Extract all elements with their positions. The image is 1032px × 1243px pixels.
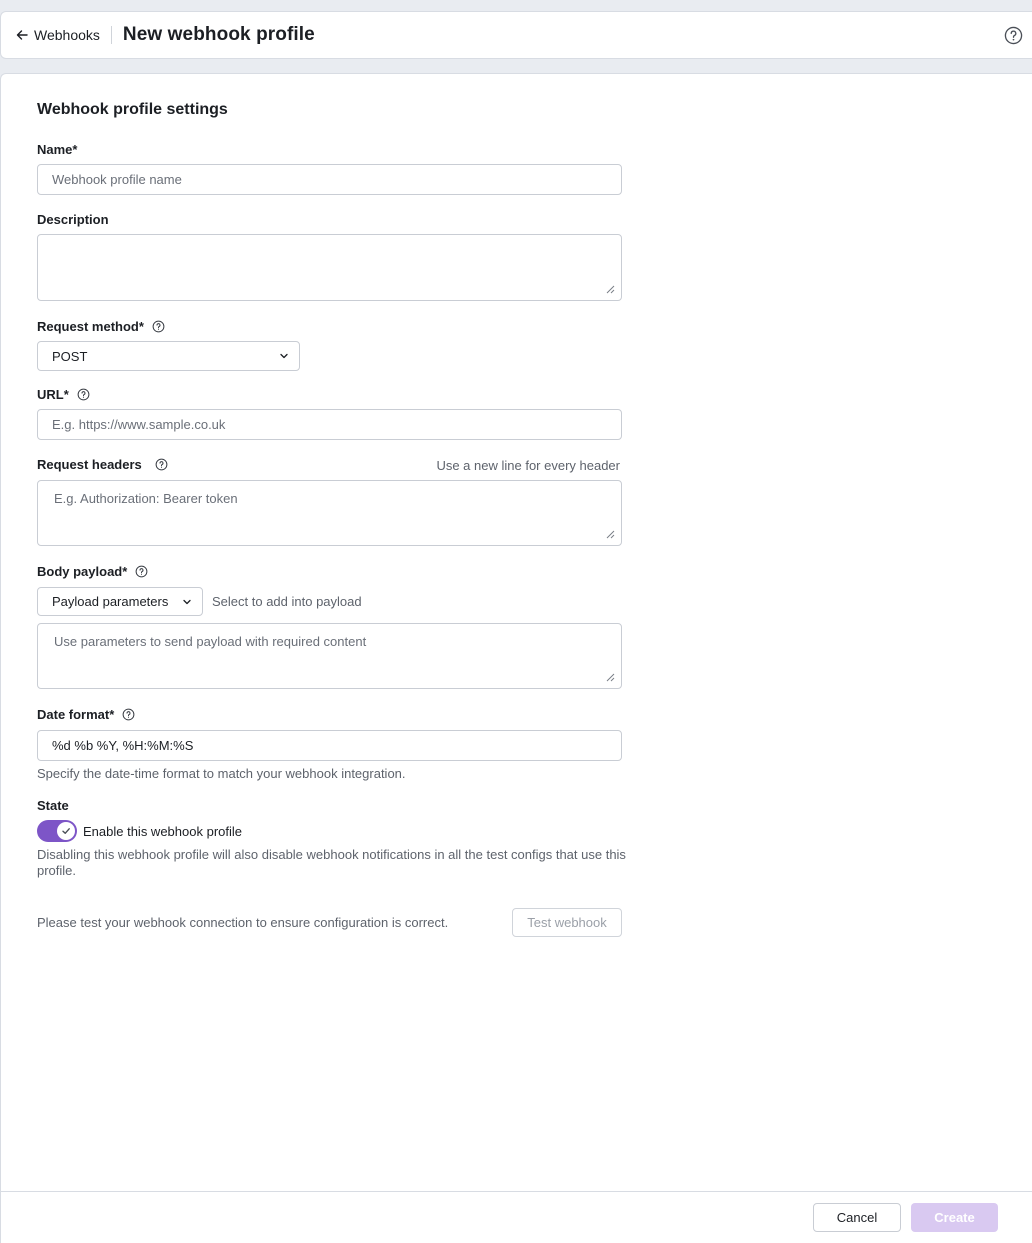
cancel-button[interactable]: Cancel — [813, 1203, 901, 1232]
create-button[interactable]: Create — [911, 1203, 998, 1232]
payload-select-hint: Select to add into payload — [212, 594, 362, 609]
description-label-text: Description — [37, 212, 109, 227]
url-label-text: URL* — [37, 387, 69, 402]
date-format-value: %d %b %Y, %H:%M:%S — [52, 738, 194, 753]
resize-handle-icon[interactable] — [606, 285, 615, 294]
arrow-left-icon — [16, 30, 28, 40]
payload-parameters-select[interactable]: Payload parameters — [37, 587, 203, 616]
request-headers-label: Request headers — [37, 457, 168, 472]
enable-webhook-toggle[interactable] — [37, 820, 77, 842]
url-input-placeholder: E.g. https://www.sample.co.uk — [52, 417, 226, 432]
request-headers-label-text: Request headers — [37, 457, 142, 472]
page-title: New webhook profile — [122, 24, 315, 45]
request-headers-placeholder: E.g. Authorization: Bearer token — [54, 491, 238, 506]
footer-divider — [1, 1191, 1032, 1192]
payload-parameters-label: Payload parameters — [52, 594, 169, 609]
resize-handle-icon[interactable] — [606, 673, 615, 682]
help-circle-icon[interactable] — [122, 708, 135, 721]
name-input[interactable]: Webhook profile name — [37, 164, 622, 195]
header-divider — [110, 26, 112, 44]
url-label: URL* — [37, 387, 90, 402]
request-headers-hint: Use a new line for every header — [436, 458, 620, 473]
description-label: Description — [37, 212, 109, 227]
state-label-text: State — [37, 798, 69, 813]
help-circle-icon[interactable] — [77, 388, 90, 401]
description-textarea[interactable] — [37, 234, 622, 301]
back-link-label: Webhooks — [34, 27, 100, 43]
body-payload-label: Body payload* — [37, 564, 148, 579]
state-warning-text: Disabling this webhook profile will also… — [37, 847, 626, 878]
name-label: Name* — [37, 142, 77, 157]
test-webhook-button[interactable]: Test webhook — [512, 908, 622, 937]
chevron-down-icon — [183, 599, 191, 604]
url-input[interactable]: E.g. https://www.sample.co.uk — [37, 409, 622, 440]
page-header: Webhooks New webhook profile — [0, 11, 1032, 59]
request-method-label-text: Request method* — [37, 319, 144, 334]
body-payload-textarea[interactable]: Use parameters to send payload with requ… — [37, 623, 622, 689]
request-headers-textarea[interactable]: E.g. Authorization: Bearer token — [37, 480, 622, 546]
help-circle-icon[interactable] — [152, 320, 165, 333]
help-circle-icon[interactable] — [135, 565, 148, 578]
help-circle-icon[interactable] — [155, 458, 168, 471]
resize-handle-icon[interactable] — [606, 530, 615, 539]
name-input-placeholder: Webhook profile name — [52, 172, 182, 187]
help-circle-icon[interactable] — [1004, 26, 1023, 45]
test-connection-message: Please test your webhook connection to e… — [37, 915, 449, 930]
request-method-label: Request method* — [37, 319, 165, 334]
back-to-webhooks-link[interactable]: Webhooks — [15, 27, 100, 43]
date-format-label: Date format* — [37, 707, 135, 722]
chevron-down-icon — [280, 353, 288, 359]
enable-webhook-label: Enable this webhook profile — [83, 824, 242, 839]
check-icon — [62, 828, 70, 834]
date-format-input[interactable]: %d %b %Y, %H:%M:%S — [37, 730, 622, 761]
name-label-text: Name* — [37, 142, 78, 157]
state-label: State — [37, 798, 69, 813]
section-title: Webhook profile settings — [37, 101, 228, 118]
date-format-hint: Specify the date-time format to match yo… — [37, 766, 406, 781]
form-panel: Webhook profile settings Name* Webhook p… — [0, 73, 1032, 1243]
date-format-label-text: Date format* — [37, 707, 115, 722]
body-payload-label-text: Body payload* — [37, 564, 128, 579]
toggle-knob — [57, 822, 75, 840]
body-payload-placeholder: Use parameters to send payload with requ… — [54, 634, 367, 649]
request-method-select[interactable]: POST — [37, 341, 300, 371]
request-method-value: POST — [52, 348, 88, 364]
